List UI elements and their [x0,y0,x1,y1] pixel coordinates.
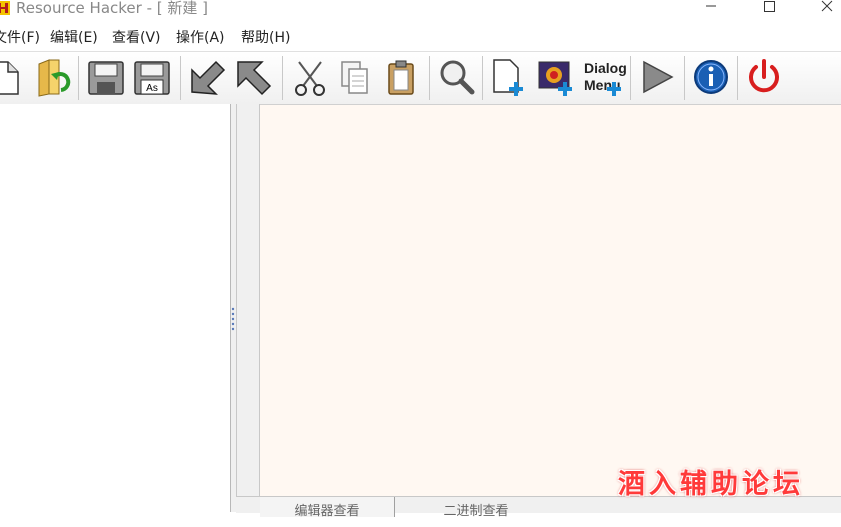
new-file-icon [0,61,19,95]
tab-binary-view[interactable]: 二进制查看 [396,497,556,519]
toolbar-separator [684,56,685,100]
add-image-icon [538,61,572,96]
add-blank-resource-button[interactable] [488,56,530,98]
menu-help[interactable]: 帮助(H) [241,27,290,49]
paste-clipboard-icon [388,60,414,95]
add-image-resource-button[interactable] [535,56,577,98]
save-disk-icon [88,61,124,95]
import-button[interactable] [186,56,228,98]
arrow-down-left-icon [191,60,226,95]
power-icon [749,59,779,93]
menu-action[interactable]: 操作(A) [176,27,225,49]
menu-edit[interactable]: 编辑(E) [50,27,98,49]
find-button[interactable] [435,56,477,98]
about-button[interactable] [690,56,732,98]
minimize-icon [706,5,716,7]
close-button[interactable] [804,0,841,18]
close-icon [821,0,833,12]
editor-gutter [236,104,260,496]
save-as-button[interactable]: As [131,56,173,98]
resource-tree-panel[interactable] [0,104,231,512]
new-button[interactable] [0,56,24,98]
paste-button[interactable] [380,56,422,98]
open-folder-icon [38,59,71,97]
save-button[interactable] [85,56,127,98]
minimize-button[interactable] [688,0,734,18]
exit-button[interactable] [743,56,785,98]
toolbar-separator [78,56,79,100]
toolbar-separator [737,56,738,100]
play-icon [643,60,674,94]
toolbar-separator [180,56,181,100]
toolbar-separator [482,56,483,100]
maximize-button[interactable] [746,0,792,18]
app-icon [0,1,10,15]
splitter-grip-icon[interactable] [231,306,235,332]
dialog-menu-label-line1: Dialog [584,60,626,76]
menu-view[interactable]: 查看(V) [112,27,161,49]
editor-area[interactable] [260,104,841,496]
dialog-menu-button[interactable]: Dialog Menu [582,56,626,98]
open-button[interactable] [33,56,75,98]
scissors-icon [295,61,325,96]
magnifier-icon [440,60,475,95]
maximize-icon [764,1,775,12]
cut-button[interactable] [289,56,331,98]
toolbar: As Dialog Menu [0,51,841,104]
menu-bar: 文件(F) 编辑(E) 查看(V) 操作(A) 帮助(H) [0,27,841,49]
toolbar-separator [282,56,283,100]
menu-file[interactable]: 文件(F) [0,27,40,49]
toolbar-separator [630,56,631,100]
copy-button[interactable] [334,56,376,98]
save-as-icon: As [134,61,170,95]
dialog-menu-icon: Dialog Menu [584,60,626,96]
add-document-icon [493,59,523,96]
export-button[interactable] [232,56,274,98]
toolbar-separator [429,56,430,100]
title-bar: Resource Hacker - [ 新建 ] [0,0,841,24]
copy-icon [341,61,368,94]
arrow-up-left-icon [237,61,272,96]
compile-run-button[interactable] [636,56,678,98]
window-title: Resource Hacker - [ 新建 ] [16,0,209,17]
forum-watermark: 酒入辅助论坛 [618,469,804,500]
tab-editor-view[interactable]: 编辑器查看 [260,497,395,519]
info-icon [694,60,728,94]
save-as-badge: As [146,83,158,94]
